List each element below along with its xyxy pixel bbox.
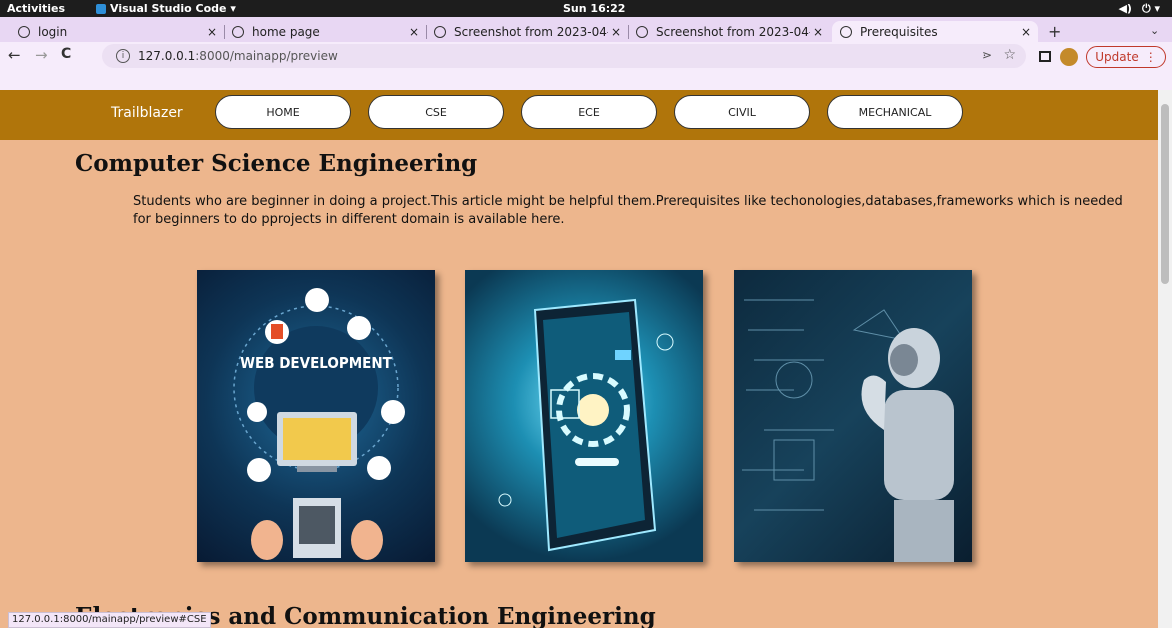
tab-screenshot-1[interactable]: Screenshot from 2023-04- × xyxy=(426,21,628,42)
site-navbar: Trailblazer HOME CSE ECE CIVIL MECHANICA… xyxy=(0,90,1158,140)
robot-illustration xyxy=(742,299,954,562)
update-label: Update xyxy=(1095,50,1139,64)
page-scrollbar[interactable] xyxy=(1158,90,1172,628)
url-host: 127.0.0.1 xyxy=(138,49,196,63)
volume-icon[interactable]: ◀) xyxy=(1118,2,1132,16)
tab-label: login xyxy=(38,24,68,39)
new-tab-button[interactable]: + xyxy=(1048,22,1061,41)
nav-mechanical-button[interactable]: MECHANICAL xyxy=(827,95,963,129)
forward-button[interactable]: → xyxy=(35,46,48,64)
close-icon[interactable]: × xyxy=(1018,25,1034,39)
send-icon[interactable]: ⋗ xyxy=(982,48,992,62)
browser-tabstrip: login × home page × Screenshot from 2023… xyxy=(0,17,1172,42)
system-tray[interactable]: ◀) ⏻ ▾ xyxy=(1118,2,1160,16)
url-path: :8000/mainapp/preview xyxy=(195,49,338,63)
kebab-menu-icon: ⋮ xyxy=(1144,50,1157,64)
tab-screenshot-2[interactable]: Screenshot from 2023-04- × xyxy=(628,21,830,42)
activities-button[interactable]: Activities xyxy=(7,2,65,15)
close-icon[interactable]: × xyxy=(810,25,826,39)
bookmark-star-icon[interactable]: ☆ xyxy=(1003,47,1016,63)
os-topbar: Activities Visual Studio Code ▾ Sun 16:2… xyxy=(0,0,1172,17)
site-brand[interactable]: Trailblazer xyxy=(111,105,183,121)
tab-label: Screenshot from 2023-04- xyxy=(656,24,810,39)
browser-toolbar: ← → C i 127.0.0.1 :8000/mainapp/preview … xyxy=(0,42,1172,90)
profile-avatar[interactable] xyxy=(1060,48,1078,66)
tab-label: Screenshot from 2023-04- xyxy=(454,24,608,39)
nav-ece-button[interactable]: ECE xyxy=(521,95,657,129)
web-development-image[interactable]: WEB DEVELOPMENT xyxy=(197,270,435,562)
tab-prerequisites[interactable]: Prerequisites × xyxy=(832,21,1038,42)
section-description: Students who are beginner in doing a pro… xyxy=(133,194,1123,227)
ai-robot-image[interactable] xyxy=(734,270,972,562)
tab-label: Prerequisites xyxy=(860,24,938,39)
address-bar[interactable]: i 127.0.0.1 :8000/mainapp/preview ⋗ ☆ xyxy=(102,44,1026,68)
scrollbar-thumb[interactable] xyxy=(1161,104,1169,284)
phone-gear-illustration xyxy=(498,298,674,552)
globe-icon xyxy=(232,25,244,38)
close-icon[interactable]: × xyxy=(406,25,422,39)
tab-login[interactable]: login × xyxy=(10,21,224,42)
web-dev-illustration: WEB DEVELOPMENT xyxy=(233,288,405,560)
globe-icon xyxy=(840,25,852,38)
update-button[interactable]: Update ⋮ xyxy=(1086,46,1166,68)
mobile-technology-image[interactable] xyxy=(465,270,703,562)
section-title: Computer Science Engineering xyxy=(75,150,478,177)
tab-label: home page xyxy=(252,24,320,39)
globe-icon xyxy=(636,25,648,38)
image-caption: WEB DEVELOPMENT xyxy=(240,354,393,372)
nav-cse-button[interactable]: CSE xyxy=(368,95,504,129)
side-panel-icon[interactable] xyxy=(1039,51,1051,62)
close-icon[interactable]: × xyxy=(204,25,220,39)
power-icon[interactable]: ⏻ ▾ xyxy=(1142,2,1160,16)
nav-home-button[interactable]: HOME xyxy=(215,95,351,129)
app-menu-label: Visual Studio Code ▾ xyxy=(110,2,236,15)
app-menu[interactable]: Visual Studio Code ▾ xyxy=(96,2,236,15)
globe-icon xyxy=(434,25,446,38)
globe-icon xyxy=(18,25,30,38)
nav-civil-button[interactable]: CIVIL xyxy=(674,95,810,129)
status-bar-url: 127.0.0.1:8000/mainapp/preview#CSE xyxy=(8,612,211,628)
back-button[interactable]: ← xyxy=(8,46,21,64)
site-info-icon[interactable]: i xyxy=(116,49,130,63)
tab-search-button[interactable]: ⌄ xyxy=(1150,24,1159,37)
close-icon[interactable]: × xyxy=(608,25,624,39)
vscode-icon xyxy=(96,3,106,14)
tab-home-page[interactable]: home page × xyxy=(224,21,426,42)
clock[interactable]: Sun 16:22 xyxy=(563,2,625,15)
reload-button[interactable]: C xyxy=(61,46,71,62)
